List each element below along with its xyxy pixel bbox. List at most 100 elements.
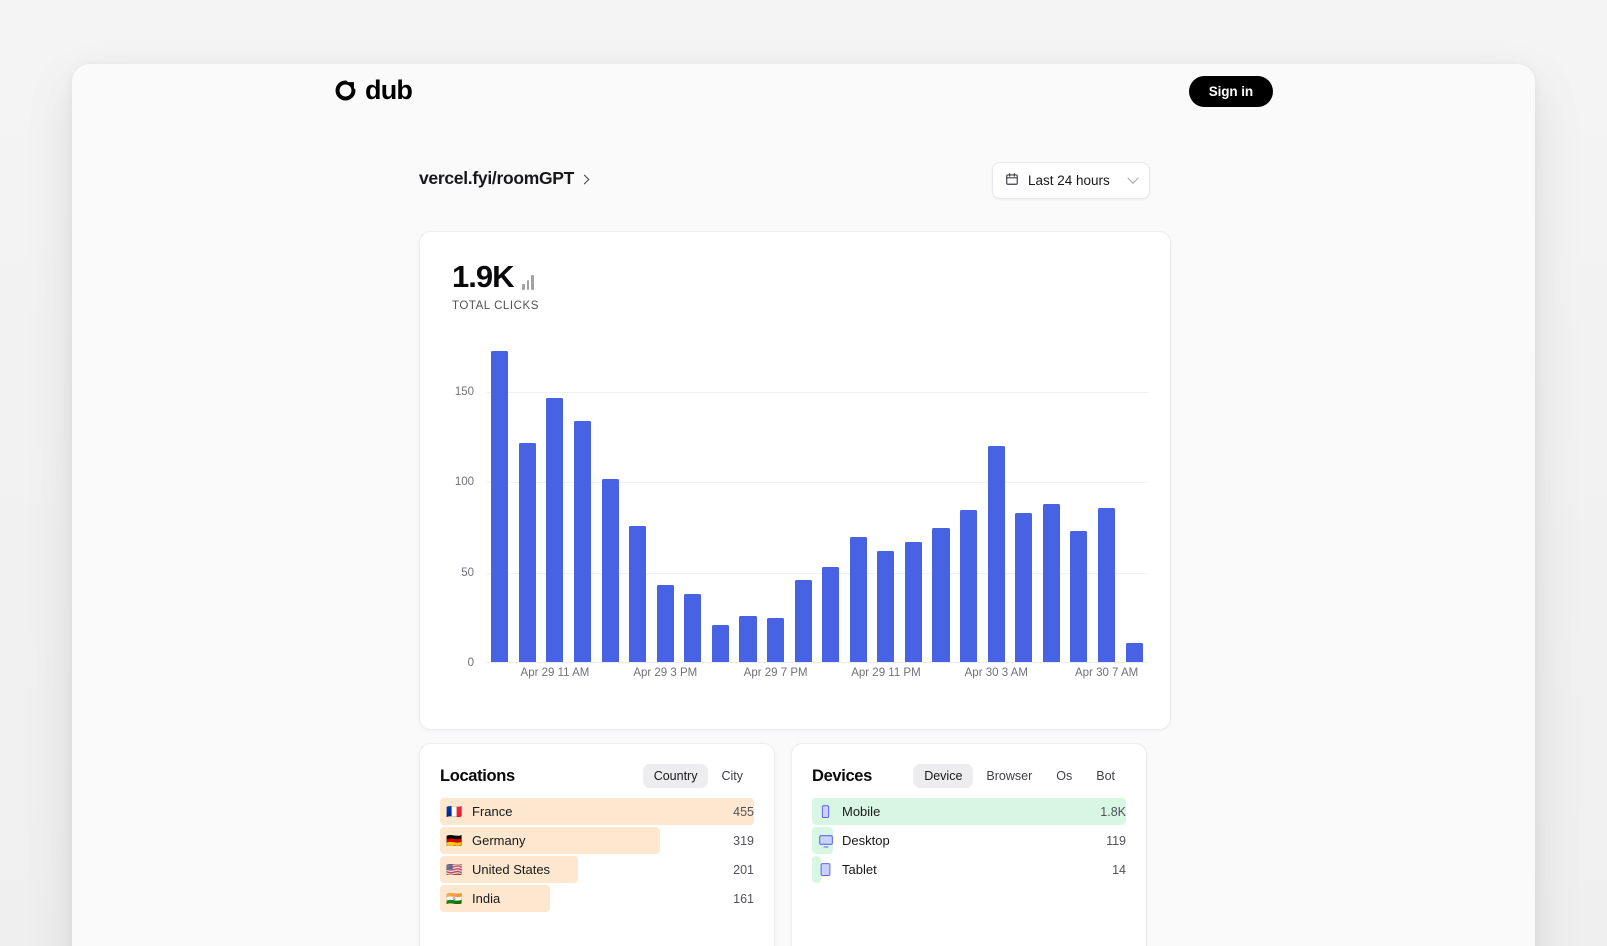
list-item[interactable]: 🇮🇳India 161 — [440, 885, 754, 912]
bar-slot[interactable] — [679, 338, 707, 663]
chart-bar[interactable] — [905, 542, 922, 663]
bar-slot[interactable] — [514, 338, 542, 663]
bar-slot[interactable] — [707, 338, 735, 663]
devices-card: Devices DeviceBrowserOsBot Mobile1.8KDes… — [791, 743, 1147, 946]
dub-logo-text: dub — [365, 77, 412, 104]
clicks-chart-card: 1.9K TOTAL CLICKS 050100150 Apr 29 11 AM… — [419, 231, 1171, 730]
bar-slot[interactable] — [624, 338, 652, 663]
chevron-down-icon — [1127, 172, 1138, 183]
x-axis-tick: Apr 29 3 PM — [633, 667, 697, 679]
x-axis-tick: Apr 30 7 AM — [1075, 667, 1138, 679]
chart-bar[interactable] — [1070, 531, 1087, 663]
bar-slot[interactable] — [955, 338, 983, 663]
chart-bar[interactable] — [795, 580, 812, 663]
devices-tab-group: DeviceBrowserOsBot — [913, 764, 1126, 788]
y-axis-tick: 50 — [461, 567, 474, 579]
clicks-plot: 050100150 Apr 29 11 AMApr 29 3 PMApr 29 … — [452, 338, 1152, 701]
bar-slot[interactable] — [1093, 338, 1121, 663]
breadcrumb[interactable]: vercel.fyi/roomGPT — [419, 168, 588, 189]
bar-slot[interactable] — [1010, 338, 1038, 663]
tab-devices-bot[interactable]: Bot — [1085, 764, 1126, 788]
flag-icon: 🇫🇷 — [446, 805, 464, 818]
list-item[interactable]: 🇫🇷 France 455 — [440, 798, 754, 825]
chart-bar[interactable] — [739, 616, 756, 663]
flag-icon: 🇩🇪 — [446, 834, 464, 847]
chart-bar[interactable] — [822, 567, 839, 663]
chart-bar[interactable] — [960, 510, 977, 663]
bar-slot[interactable] — [1120, 338, 1148, 663]
bar-chart-icon — [522, 276, 534, 292]
chart-bar[interactable] — [1098, 508, 1115, 663]
tablet-icon — [818, 862, 834, 878]
list-item-value: 161 — [733, 892, 754, 906]
total-clicks-block: 1.9K TOTAL CLICKS — [452, 261, 539, 312]
chart-bar[interactable] — [850, 537, 867, 663]
chart-bar[interactable] — [1015, 513, 1032, 663]
bar-slot[interactable] — [569, 338, 597, 663]
chart-bar[interactable] — [932, 528, 949, 663]
bar-slot[interactable] — [734, 338, 762, 663]
y-axis-tick: 0 — [468, 657, 474, 669]
tab-locations-country[interactable]: Country — [643, 764, 709, 788]
chart-bar[interactable] — [519, 443, 536, 663]
dub-circle-logo-icon — [334, 79, 357, 102]
sub-header: vercel.fyi/roomGPT Last 24 hours — [72, 156, 1535, 206]
tab-devices-browser[interactable]: Browser — [975, 764, 1043, 788]
chart-bar[interactable] — [657, 585, 674, 663]
bar-slot[interactable] — [596, 338, 624, 663]
list-item-label: Mobile — [812, 804, 880, 820]
bar-slot[interactable] — [900, 338, 928, 663]
date-range-selector[interactable]: Last 24 hours — [992, 162, 1150, 199]
sign-in-button[interactable]: Sign in — [1189, 76, 1273, 107]
tab-devices-device[interactable]: Device — [913, 764, 973, 788]
bar-slot[interactable] — [817, 338, 845, 663]
chart-bar[interactable] — [574, 421, 591, 663]
bar-slot[interactable] — [982, 338, 1010, 663]
bar-slot[interactable] — [541, 338, 569, 663]
list-item-label: 🇺🇸United States — [440, 862, 550, 877]
list-item-name: Desktop — [842, 833, 890, 848]
chart-bar[interactable] — [1043, 504, 1060, 663]
tab-locations-city[interactable]: City — [710, 764, 754, 788]
list-item-name: France — [472, 804, 512, 819]
list-item[interactable]: 🇩🇪Germany319 — [440, 827, 754, 854]
list-item[interactable]: Mobile1.8K — [812, 798, 1126, 825]
list-item-label: 🇫🇷 France — [440, 804, 512, 819]
chart-bar[interactable] — [767, 618, 784, 663]
list-item[interactable]: 🇺🇸United States201 — [440, 856, 754, 883]
chart-bar[interactable] — [602, 479, 619, 663]
chart-bar[interactable] — [546, 398, 563, 663]
list-item[interactable]: Tablet14 — [812, 856, 1126, 883]
bar-slot[interactable] — [762, 338, 790, 663]
tab-devices-os[interactable]: Os — [1045, 764, 1083, 788]
bar-slot[interactable] — [1038, 338, 1066, 663]
dub-logo[interactable]: dub — [334, 77, 412, 104]
locations-tab-group: CountryCity — [643, 764, 754, 788]
chart-bar[interactable] — [491, 351, 508, 663]
list-item-name: Tablet — [842, 862, 877, 877]
x-axis-tick: Apr 30 3 AM — [965, 667, 1028, 679]
chart-bar[interactable] — [877, 551, 894, 663]
chart-bar[interactable] — [684, 594, 701, 663]
flag-icon: 🇺🇸 — [446, 863, 464, 876]
x-axis-tick: Apr 29 7 PM — [744, 667, 808, 679]
bar-slot[interactable] — [1065, 338, 1093, 663]
list-item-label: 🇮🇳India — [440, 891, 500, 906]
bar-slot[interactable] — [927, 338, 955, 663]
bar-slot[interactable] — [651, 338, 679, 663]
bar-slot[interactable] — [486, 338, 514, 663]
list-item[interactable]: Desktop119 — [812, 827, 1126, 854]
date-range-value: Last 24 hours — [1028, 173, 1120, 188]
bar-slot[interactable] — [872, 338, 900, 663]
bar-slot[interactable] — [845, 338, 873, 663]
chart-bar[interactable] — [988, 446, 1005, 663]
chart-bar[interactable] — [712, 625, 729, 663]
list-item-value: 455 — [733, 805, 754, 819]
locations-list: 🇫🇷 France 455 🇩🇪Germany319🇺🇸United States20… — [420, 788, 774, 912]
bar-slot[interactable] — [789, 338, 817, 663]
chart-bar[interactable] — [1126, 643, 1143, 663]
breadcrumb-label: vercel.fyi/roomGPT — [419, 168, 574, 189]
chart-bar[interactable] — [629, 526, 646, 663]
locations-header: Locations CountryCity — [420, 744, 774, 788]
list-item-label: Tablet — [812, 862, 877, 878]
